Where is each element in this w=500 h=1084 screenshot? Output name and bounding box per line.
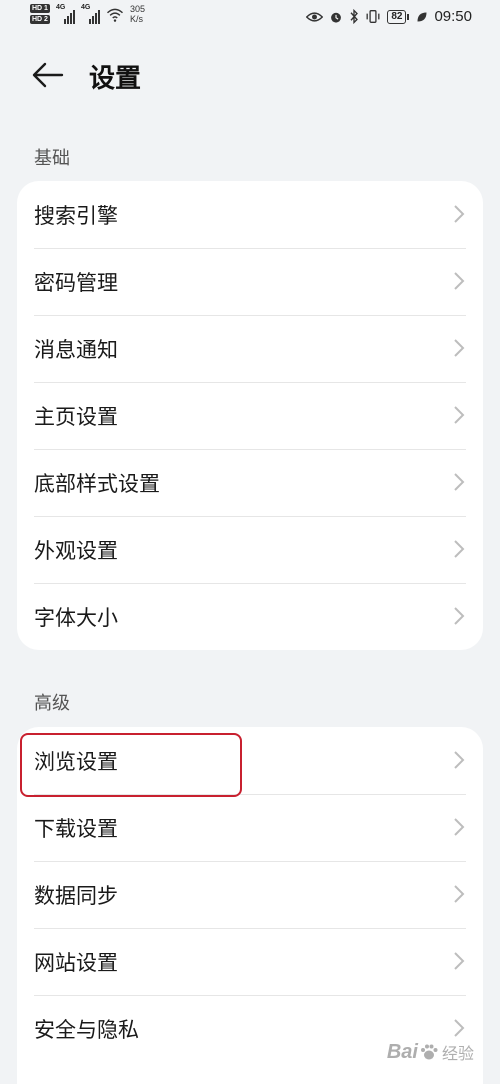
chevron-right-icon bbox=[454, 339, 465, 357]
watermark-logo: Bai bbox=[386, 1040, 418, 1063]
row-browsing-settings[interactable]: 浏览设置 bbox=[17, 727, 483, 794]
row-search-engine[interactable]: 搜索引擎 bbox=[17, 181, 483, 248]
chevron-right-icon bbox=[454, 607, 465, 625]
wifi-icon bbox=[106, 8, 123, 22]
row-label: 安全与隐私 bbox=[34, 1017, 139, 1042]
arrow-left-icon bbox=[32, 62, 64, 88]
basic-settings-card: 搜索引擎 密码管理 消息通知 主页设置 底部样式设置 外观设置 字体大小 bbox=[17, 181, 483, 650]
chevron-right-icon bbox=[454, 952, 465, 970]
leaf-icon bbox=[417, 12, 427, 21]
row-label: 数据同步 bbox=[34, 883, 118, 908]
watermark: Bai 经验 bbox=[387, 1040, 474, 1064]
row-label: 消息通知 bbox=[34, 337, 118, 362]
row-label: 字体大小 bbox=[34, 605, 118, 630]
row-data-sync[interactable]: 数据同步 bbox=[17, 861, 483, 928]
sim2-signal-icon: 4G bbox=[81, 4, 100, 24]
row-label: 底部样式设置 bbox=[34, 471, 160, 496]
chevron-right-icon bbox=[454, 1019, 465, 1037]
page-title: 设置 bbox=[89, 64, 142, 94]
status-right: 82 09:50 bbox=[306, 8, 472, 25]
sim1-type: 4G bbox=[55, 4, 66, 11]
row-appearance-settings[interactable]: 外观设置 bbox=[17, 516, 483, 583]
header: 设置 bbox=[0, 50, 500, 102]
row-label: 下载设置 bbox=[34, 816, 118, 841]
row-homepage-settings[interactable]: 主页设置 bbox=[17, 382, 483, 449]
battery-indicator: 82 bbox=[387, 9, 410, 24]
hd-indicators: HD 1 HD 2 bbox=[30, 4, 50, 24]
watermark-text: 经验 bbox=[441, 1046, 474, 1063]
chevron-right-icon bbox=[454, 406, 465, 424]
hd2-badge: HD 2 bbox=[30, 15, 50, 24]
row-download-settings[interactable]: 下载设置 bbox=[17, 794, 483, 861]
row-password-management[interactable]: 密码管理 bbox=[17, 248, 483, 315]
row-font-size[interactable]: 字体大小 bbox=[17, 583, 483, 650]
net-speed-value: 305 bbox=[129, 4, 145, 14]
chevron-right-icon bbox=[454, 751, 465, 769]
row-bottom-style-settings[interactable]: 底部样式设置 bbox=[17, 449, 483, 516]
sim2-type: 4G bbox=[80, 4, 91, 11]
chevron-right-icon bbox=[454, 818, 465, 836]
chevron-right-icon bbox=[454, 540, 465, 558]
chevron-right-icon bbox=[454, 885, 465, 903]
row-label: 主页设置 bbox=[34, 404, 118, 429]
hd1-badge: HD 1 bbox=[30, 4, 50, 13]
row-website-settings[interactable]: 网站设置 bbox=[17, 928, 483, 995]
row-label: 密码管理 bbox=[34, 270, 118, 295]
sim1-signal-icon: 4G bbox=[56, 4, 75, 24]
chevron-right-icon bbox=[454, 272, 465, 290]
net-speed-unit: K/s bbox=[129, 14, 143, 24]
row-label: 网站设置 bbox=[34, 950, 118, 975]
vibrate-icon bbox=[366, 10, 380, 23]
back-button[interactable] bbox=[30, 60, 66, 90]
row-label: 浏览设置 bbox=[34, 749, 118, 774]
advanced-settings-card: 浏览设置 下载设置 数据同步 网站设置 安全与隐私 bbox=[17, 727, 483, 1084]
row-notifications[interactable]: 消息通知 bbox=[17, 315, 483, 382]
alarm-icon bbox=[331, 12, 342, 23]
paw-icon bbox=[420, 1044, 438, 1060]
status-bar: HD 1 HD 2 4G 4G 305 K/s 82 09:50 bbox=[0, 0, 500, 36]
bluetooth-icon bbox=[350, 9, 359, 24]
chevron-right-icon bbox=[454, 205, 465, 223]
section-title-basic: 基础 bbox=[34, 148, 70, 169]
row-label: 搜索引擎 bbox=[34, 203, 118, 228]
eye-icon bbox=[306, 11, 324, 22]
status-left: HD 1 HD 2 4G 4G 305 K/s bbox=[30, 4, 145, 24]
net-speed: 305 K/s bbox=[130, 4, 145, 24]
chevron-right-icon bbox=[454, 473, 465, 491]
row-label: 外观设置 bbox=[34, 538, 118, 563]
section-title-advanced: 高级 bbox=[34, 693, 70, 714]
clock: 09:50 bbox=[434, 8, 472, 25]
